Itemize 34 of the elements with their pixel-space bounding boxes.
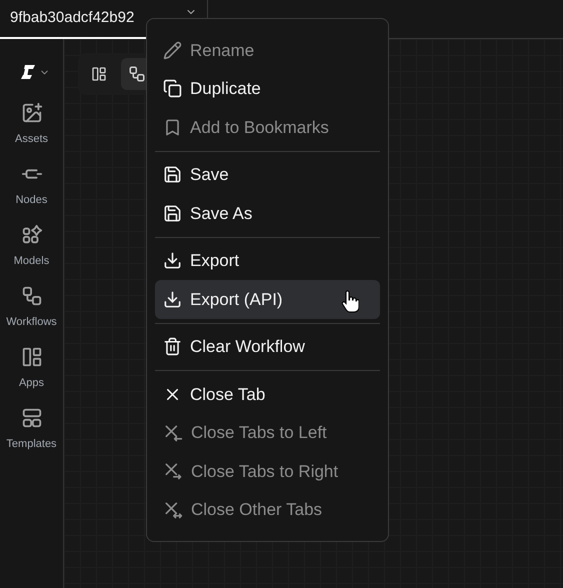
menu-item[interactable]: Export (API) <box>155 280 380 318</box>
close-right-icon <box>163 461 183 482</box>
sidebar-item[interactable]: Assets <box>2 94 62 155</box>
trash-icon <box>163 337 182 356</box>
close-left-icon <box>163 422 183 443</box>
copy-icon <box>163 79 182 98</box>
sidebar-item[interactable]: Apps <box>2 338 62 399</box>
save-icon <box>163 204 182 223</box>
sidebar-item[interactable]: Templates <box>2 399 62 460</box>
models-icon <box>20 224 42 246</box>
menu-item[interactable]: Export <box>155 242 380 280</box>
menu-item[interactable]: Close Tab <box>155 375 380 414</box>
templates-icon <box>20 406 42 429</box>
logo-menu-button[interactable] <box>20 64 50 80</box>
sidebar-item[interactable]: Workflows <box>2 277 62 338</box>
logo-icon <box>20 64 36 80</box>
pencil-icon <box>163 40 182 60</box>
menu-item[interactable]: Save As <box>155 194 380 232</box>
menu-item[interactable]: Duplicate <box>155 70 380 108</box>
workflow-icon <box>20 284 42 307</box>
image-icon <box>20 102 42 124</box>
sidebar-item[interactable]: Models <box>2 216 62 277</box>
layout-icon <box>91 66 107 82</box>
menu-item[interactable]: Save <box>155 156 380 194</box>
download-icon <box>163 290 182 309</box>
menu-item[interactable]: Clear Workflow <box>155 328 380 366</box>
workflow-icon <box>128 65 146 83</box>
sidebar-item[interactable]: Nodes <box>2 155 62 216</box>
layout-icon <box>20 346 42 368</box>
download-icon <box>163 251 182 270</box>
bookmark-icon <box>163 118 182 137</box>
save-icon <box>163 165 182 184</box>
hand-cursor-icon <box>341 290 359 314</box>
close-others-icon <box>163 500 183 520</box>
